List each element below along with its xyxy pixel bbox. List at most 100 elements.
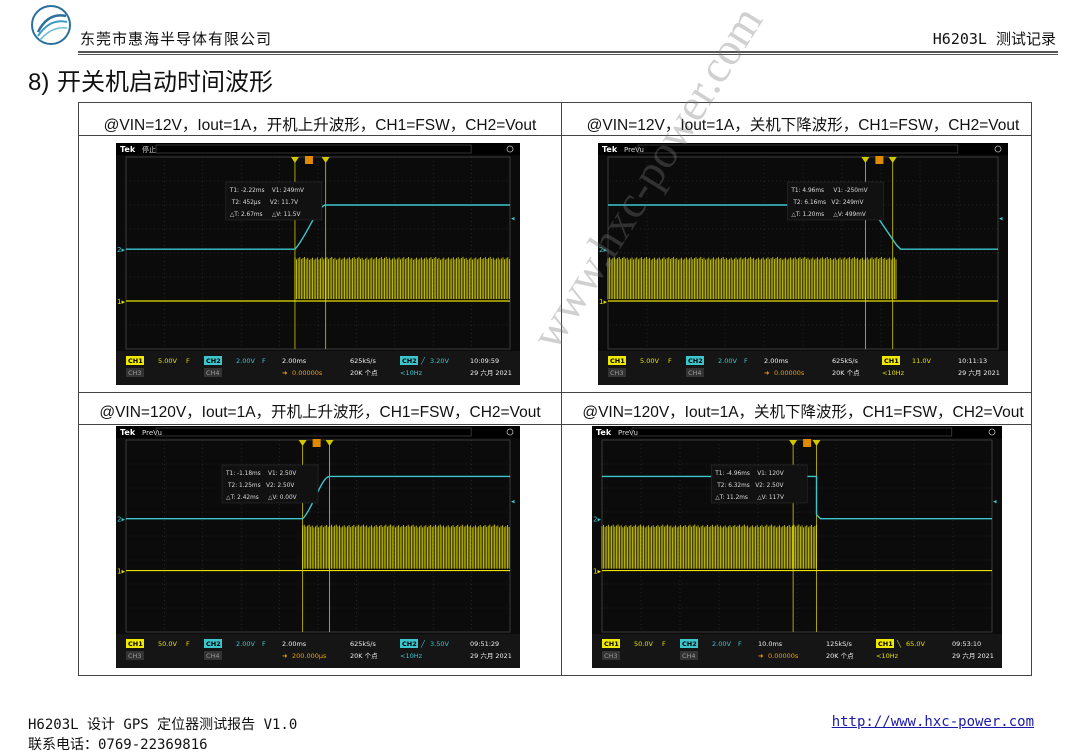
document-id: H6203L 测试记录 xyxy=(932,30,1056,48)
trigger-frequency: <10Hz xyxy=(400,652,423,660)
record-length: 20K 个点 xyxy=(832,369,860,377)
ch1-label: CH1 xyxy=(610,357,625,365)
cursor-t1: T1: -4.96ms xyxy=(714,471,750,477)
cursor-1-marker xyxy=(290,157,299,163)
ch1-coupling-icon: Ϝ xyxy=(668,357,672,365)
trigger-level: 11.0V xyxy=(912,357,931,365)
ch1-coupling-icon: Ϝ xyxy=(186,357,190,365)
ch2-label: CH2 xyxy=(682,640,697,648)
cursor-1-marker xyxy=(789,440,798,446)
cursor-t1: T1: -2.22ms xyxy=(229,188,265,194)
cursor-v2: V2: 11.7V xyxy=(270,200,298,206)
cursor-1-marker xyxy=(298,440,307,446)
capture-time: 10:09:59 xyxy=(470,357,499,365)
ch1-label: CH1 xyxy=(604,640,619,648)
cursor-readout: T1: -2.22ms V1: 249mV T2: 452μs V2: 11.7V △T… xyxy=(225,181,323,221)
ch2-trigger-level-marker: ◂ xyxy=(993,497,997,505)
ch1-fsw-trace xyxy=(607,256,998,302)
capture-time: 09:53:10 xyxy=(952,640,981,648)
cursor-delta-v: △V: 0.00V xyxy=(268,495,297,501)
trigger-frequency: <10Hz xyxy=(882,369,905,377)
header-divider-thin xyxy=(78,54,1058,55)
ch2-coupling-icon: Ϝ xyxy=(262,640,266,648)
cursor-delta-t: △T: 2.67ms xyxy=(230,212,263,218)
cursor-2-marker xyxy=(888,157,897,163)
delay-arrow-icon: ➜ xyxy=(764,369,769,377)
trigger-position-marker xyxy=(312,439,321,447)
tek-brand-label: Tek xyxy=(602,145,618,154)
ch3-label: CH3 xyxy=(128,652,142,660)
cursor-t2: T2: 6.32ms xyxy=(716,483,750,489)
sample-rate: 625kS/s xyxy=(832,357,858,365)
caption-panel-4: @VIN=120V，Iout=1A，关机下降波形，CH1=FSW，CH2=Vou… xyxy=(582,404,1024,421)
ch2-trigger-level-marker: ◂ xyxy=(999,214,1003,222)
cursor-v2: V2: 249mV xyxy=(831,200,863,206)
tek-brand-label: Tek xyxy=(120,428,136,437)
ch2-scale: 2.00V xyxy=(236,357,255,365)
cursor-delta-v: △V: 117V xyxy=(757,495,784,501)
ch2-trigger-level-marker: ◂ xyxy=(511,497,515,505)
capture-date: 29 六月 2021 xyxy=(470,368,512,377)
cursor-t2: T2: 1.25ms xyxy=(227,483,261,489)
cursor-t1: T1: 4.96ms xyxy=(790,188,824,194)
cursor-2-marker xyxy=(321,157,330,163)
ch4-label: CH4 xyxy=(206,652,220,660)
trigger-channel: CH2 xyxy=(402,640,417,648)
cursor-v1: V1: 2.50V xyxy=(268,471,296,477)
ch1-label: CH1 xyxy=(128,640,143,648)
cursor-readout: T1: -1.18ms V1: 2.50V T2: 1.25ms V2: 2.50V △… xyxy=(221,464,319,504)
ch4-label: CH4 xyxy=(682,652,696,660)
delay-arrow-icon: ➜ xyxy=(758,652,763,660)
ch2-ground-marker: 2▸ xyxy=(593,516,601,524)
ch2-label: CH2 xyxy=(206,357,221,365)
ch3-label: CH3 xyxy=(128,369,142,377)
ch1-scale: 50.0V xyxy=(634,640,653,648)
horizontal-delay: 0.00000s xyxy=(292,369,323,377)
trigger-frequency: <10Hz xyxy=(400,369,423,377)
trigger-position-marker xyxy=(803,439,812,447)
sample-rate: 625kS/s xyxy=(350,357,376,365)
cursor-v1: V1: 120V xyxy=(757,471,784,477)
horizontal-delay: 0.00000s xyxy=(774,369,805,377)
scope-info-panel: CH1 50.0V Ϝ CH2 2.00V Ϝ CH3 CH4 2.00ms ➜ 200.000μs… xyxy=(116,634,520,668)
record-length: 20K 个点 xyxy=(350,652,378,660)
ch1-scale: 50.0V xyxy=(158,640,177,648)
record-length: 20K 个点 xyxy=(826,652,854,660)
section-title: 8) 开关机启动时间波形 xyxy=(28,62,273,97)
trigger-level: 3.20V xyxy=(430,357,449,365)
scope-info-panel: CH1 50.0V Ϝ CH2 2.00V Ϝ CH3 CH4 10.0ms ➜ 0.00000s 1… xyxy=(592,634,1002,668)
ch2-scale: 2.00V xyxy=(236,640,255,648)
scope-info-panel: CH1 5.00V Ϝ CH2 2.00V Ϝ CH3 CH4 2.00ms ➜ 0.00000s 6… xyxy=(598,351,1008,385)
footer-phone: 联系电话：0769-22369816 xyxy=(28,737,208,753)
delay-arrow-icon: ➜ xyxy=(282,652,287,660)
ch1-coupling-icon: Ϝ xyxy=(662,640,666,648)
cursor-2-marker xyxy=(812,440,821,446)
caption-panel-2: @VIN=12V，Iout=1A，关机下降波形，CH1=FSW，CH2=Vout xyxy=(586,117,1020,134)
horizontal-delay: 0.00000s xyxy=(768,652,799,660)
ch2-ground-marker: 2▸ xyxy=(117,246,125,254)
cursor-delta-t: △T: 1.20ms xyxy=(791,212,824,218)
cursor-readout: T1: -4.96ms V1: 120V T2: 6.32ms V2: 2.50V △T… xyxy=(710,464,808,504)
table-row-divider xyxy=(79,392,1031,393)
ch1-ground-marker: 1▸ xyxy=(117,568,125,576)
oscilloscope-screenshot-1: Tek 停止 2▸ 1▸ ◂ T1: -2.22ms V1: 249mV T2: 452μs V… xyxy=(116,143,520,385)
tek-brand-label: Tek xyxy=(596,428,612,437)
cursor-t2: T2: 452μs xyxy=(231,200,261,206)
section-number: 8) xyxy=(28,69,50,96)
tek-brand-label: Tek xyxy=(120,145,136,154)
capture-time: 10:11:13 xyxy=(958,357,987,365)
ch2-coupling-icon: Ϝ xyxy=(738,640,742,648)
trigger-channel: CH2 xyxy=(402,357,417,365)
trigger-channel: CH1 xyxy=(884,357,899,365)
ch4-label: CH4 xyxy=(206,369,220,377)
ch2-label: CH2 xyxy=(206,640,221,648)
scope-display: Tek PreVu2▸1▸◂T1: -4.96ms V1: 120VT2: 6.32… xyxy=(592,426,1002,668)
capture-time: 09:51:29 xyxy=(470,640,499,648)
trigger-frequency: <10Hz xyxy=(876,652,899,660)
caption-panel-3: @VIN=120V，Iout=1A，开机上升波形，CH1=FSW，CH2=Vou… xyxy=(99,404,541,421)
ch1-ground-marker: 1▸ xyxy=(117,298,125,306)
footer-website-link[interactable]: http://www.hxc-power.com xyxy=(832,714,1034,730)
capture-date: 29 六月 2021 xyxy=(958,368,1000,377)
ch1-scale: 5.00V xyxy=(158,357,177,365)
scope-status-label: 停止 xyxy=(142,145,156,154)
